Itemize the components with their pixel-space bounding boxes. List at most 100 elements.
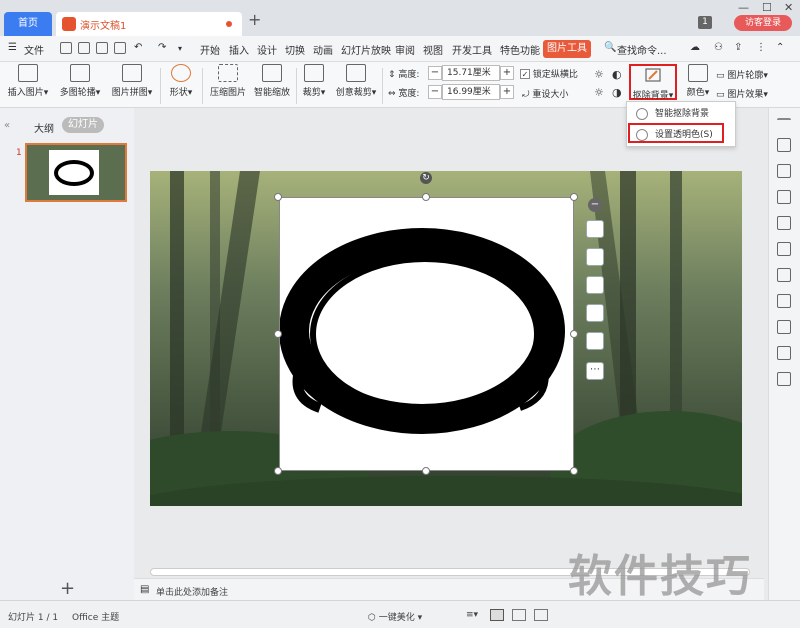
normal-view-icon[interactable] — [490, 609, 504, 621]
tab-home[interactable]: 首页 — [4, 12, 52, 36]
brightness-down-icon[interactable]: ☼ — [594, 86, 604, 99]
new-tab-button[interactable]: + — [248, 10, 261, 29]
resize-handle-top[interactable] — [422, 193, 430, 201]
layers-icon[interactable] — [586, 220, 604, 238]
width-increase-button[interactable]: + — [500, 85, 514, 99]
slide-sorter-icon[interactable] — [512, 609, 526, 621]
menu-picture-tools[interactable]: 图片工具 — [543, 40, 591, 58]
share-icon[interactable]: ⇪ — [734, 42, 742, 53]
resize-handle-right[interactable] — [570, 330, 578, 338]
tab-slides[interactable]: 幻灯片 — [62, 117, 104, 133]
grid-icon[interactable] — [777, 242, 791, 256]
reading-view-icon[interactable] — [534, 609, 548, 621]
menu-file[interactable]: 文件 — [24, 42, 44, 57]
menu-transition[interactable]: 切换 — [285, 42, 305, 57]
crop-button[interactable]: 裁剪▾ — [300, 64, 328, 98]
menu-review[interactable]: 审阅 — [395, 42, 415, 57]
preview-icon[interactable] — [114, 42, 126, 54]
smart-remove-background-item[interactable]: 智能抠除背景 — [633, 105, 731, 123]
add-slide-button[interactable]: + — [60, 578, 75, 599]
search-icon[interactable]: 🔍 — [604, 42, 616, 53]
magic-icon[interactable] — [777, 164, 791, 178]
multi-outline-button[interactable]: 多图轮播▾ — [56, 64, 104, 98]
resize-handle-top-right[interactable] — [570, 193, 578, 201]
print-icon[interactable] — [96, 42, 108, 54]
picture-effect-button[interactable]: ▭ 图片效果▾ — [716, 87, 768, 100]
rotate-handle[interactable]: ↻ — [420, 172, 432, 184]
picture-outline-button[interactable]: ▭ 图片轮廓▾ — [716, 68, 768, 81]
tab-outline[interactable]: 大纲 — [34, 120, 54, 135]
insert-picture-button[interactable]: 插入图片▾ — [6, 64, 50, 98]
collapse-toolbar-icon[interactable]: − — [588, 198, 602, 212]
remove-background-button[interactable]: 抠除背景▾ — [629, 64, 677, 101]
creative-crop-button[interactable]: 创意裁剪▾ — [334, 64, 378, 98]
color-button[interactable]: 颜色▾ — [684, 64, 712, 98]
height-input[interactable]: 15.71厘米 — [442, 65, 500, 81]
close-icon[interactable]: ✕ — [784, 1, 793, 14]
audio-icon[interactable] — [777, 320, 791, 334]
document-name: 演示文稿1 — [80, 21, 127, 32]
archive-icon[interactable] — [777, 372, 791, 386]
resize-handle-bottom-right[interactable] — [570, 467, 578, 475]
collaborate-icon[interactable]: ⚇ — [714, 42, 723, 53]
resize-handle-bottom-left[interactable] — [274, 467, 282, 475]
cloud-icon[interactable]: ☁ — [690, 42, 700, 53]
contrast-up-icon[interactable]: ◐ — [612, 68, 622, 81]
menu-slideshow[interactable]: 幻灯片放映 — [341, 42, 391, 57]
tab-document[interactable]: 演示文稿1 — [56, 12, 242, 36]
notes-toggle-icon[interactable]: ≡▾ — [466, 610, 478, 620]
width-input[interactable]: 16.99厘米 — [442, 84, 500, 100]
export-icon[interactable] — [78, 42, 90, 54]
crop-float-icon[interactable] — [586, 276, 604, 294]
handle-icon — [777, 118, 791, 132]
table-icon[interactable] — [777, 294, 791, 308]
lock-ratio-checkbox[interactable]: ✓ 锁定纵横比 — [520, 67, 578, 80]
resize-handle-top-left[interactable] — [274, 193, 282, 201]
hamburger-icon[interactable]: ☰ — [8, 42, 17, 53]
menu-design[interactable]: 设计 — [257, 42, 277, 57]
menu-developer[interactable]: 开发工具 — [452, 42, 492, 57]
collapse-ribbon-icon[interactable]: ⌃ — [776, 42, 784, 53]
menu-animation[interactable]: 动画 — [313, 42, 333, 57]
shapes-icon[interactable] — [777, 216, 791, 230]
shape-button[interactable]: 形状▾ — [166, 64, 196, 98]
resize-handle-bottom[interactable] — [422, 467, 430, 475]
zoom-in-icon[interactable] — [586, 248, 604, 266]
minimize-icon[interactable]: — — [738, 1, 749, 14]
menu-insert[interactable]: 插入 — [229, 42, 249, 57]
menu-features[interactable]: 特色功能 — [500, 42, 540, 57]
more-options-icon[interactable]: ⋯ — [586, 362, 604, 380]
collapse-panel-icon[interactable]: « — [4, 120, 10, 131]
selected-picture[interactable] — [279, 197, 574, 471]
window-count-badge[interactable]: 1 — [698, 16, 712, 29]
height-label: ⇕ 高度: — [388, 70, 420, 80]
slide-thumbnail[interactable] — [25, 143, 127, 202]
properties-icon[interactable] — [777, 138, 791, 152]
select-icon[interactable] — [586, 304, 604, 322]
more-icon[interactable]: ⋮ — [756, 42, 766, 53]
height-decrease-button[interactable]: − — [428, 66, 442, 80]
height-increase-button[interactable]: + — [500, 66, 514, 80]
menu-view[interactable]: 视图 — [423, 42, 443, 57]
menu-start[interactable]: 开始 — [200, 42, 220, 57]
smart-zoom-button[interactable]: 智能缩放 — [252, 64, 292, 98]
brightness-up-icon[interactable]: ☼ — [594, 68, 604, 81]
duplicate-icon[interactable] — [586, 332, 604, 350]
compress-picture-button[interactable]: 压缩图片 — [208, 64, 248, 98]
contrast-down-icon[interactable]: ◑ — [612, 86, 622, 99]
chart-icon[interactable] — [777, 346, 791, 360]
search-command[interactable]: 查找命令... — [617, 42, 667, 57]
redo-icon[interactable]: ↷ — [158, 42, 166, 53]
customize-icon[interactable]: ▾ — [178, 44, 182, 53]
save-icon[interactable] — [60, 42, 72, 54]
reset-size-button[interactable]: ⤾ 重设大小 — [522, 87, 568, 100]
picture-collage-button[interactable]: 图片拼图▾ — [108, 64, 156, 98]
maximize-icon[interactable]: ☐ — [762, 1, 772, 14]
image-icon[interactable] — [777, 268, 791, 282]
beautify-button[interactable]: ⬡ 一键美化 ▾ — [368, 610, 422, 623]
copy-icon[interactable] — [777, 190, 791, 204]
undo-icon[interactable]: ↶ — [134, 42, 142, 53]
resize-handle-left[interactable] — [274, 330, 282, 338]
width-decrease-button[interactable]: − — [428, 85, 442, 99]
visitor-login-button[interactable]: 访客登录 — [734, 15, 792, 31]
